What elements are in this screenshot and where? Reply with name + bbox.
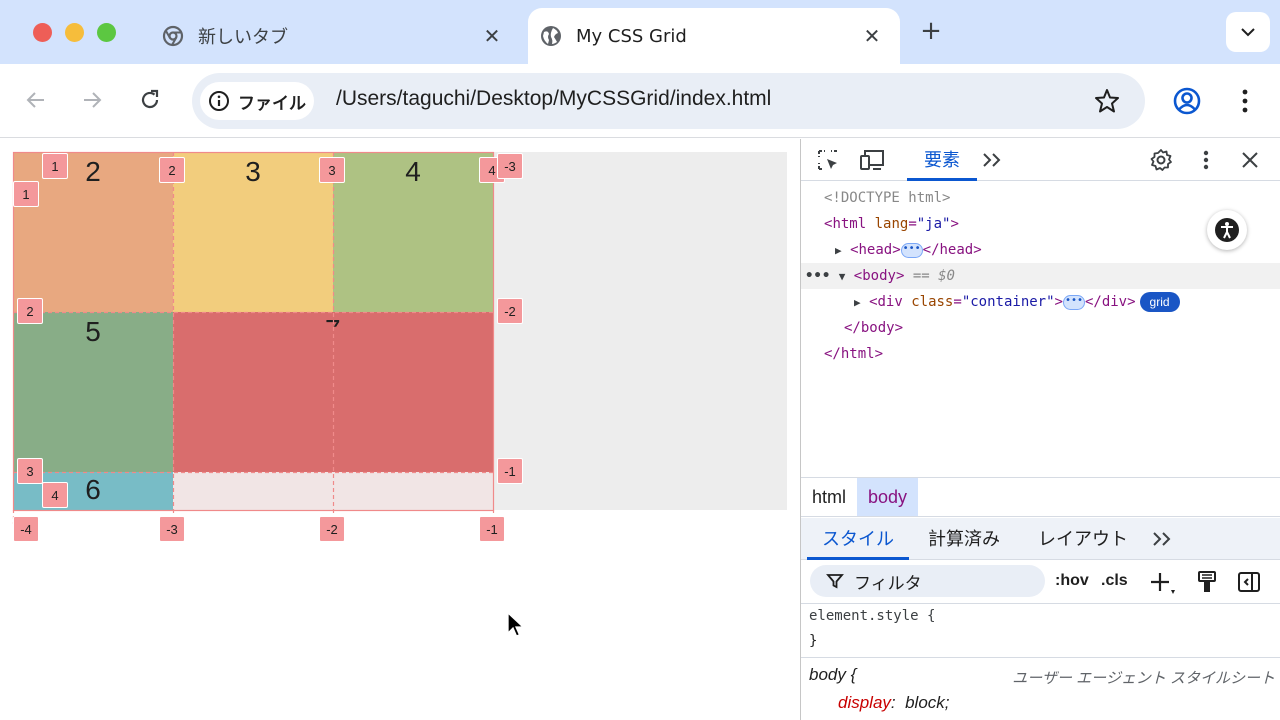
dom-node-body[interactable]: ••• ▼ <body> == $0 [801,263,1280,289]
devtools-panel: 要素 <!DOCTYPE html> <html lang="ja"> ▶ <h… [800,139,1280,720]
styles-toolbar: フィルタ :hov .cls [801,560,1280,604]
tab-strip: 新しいタブ ✕ My CSS Grid ✕ + [0,0,1280,64]
grid-row-line-badge: 1 [13,181,39,207]
dom-node-html-close[interactable]: </html> [801,341,1280,367]
breadcrumb-body[interactable]: body [857,478,919,516]
chevron-down-icon [1241,28,1255,37]
forward-button[interactable] [78,86,106,114]
tab-elements[interactable]: 要素 [907,139,977,181]
tab-new-tab[interactable]: 新しいタブ ✕ [150,8,520,64]
dom-node-doctype[interactable]: <!DOCTYPE html> [801,185,1280,211]
grid-col-line-badge: 3 [319,157,345,183]
dom-node-head[interactable]: ▶ <head> ••• </head> [801,237,1280,263]
grid-col-line-badge: 2 [159,157,185,183]
accessibility-icon [1215,218,1239,242]
device-toolbar-icon[interactable] [859,147,885,173]
site-info-chip[interactable]: ファイル [200,82,314,120]
tab-close-icon[interactable]: ✕ [860,24,884,48]
dom-node-body-close[interactable]: </body> [801,315,1280,341]
user-agent-stylesheet-label: ユーザー エージェント スタイルシート [1012,670,1275,687]
globe-icon [540,25,562,47]
new-tab-button[interactable]: + [915,18,947,46]
browser-window: 新しいタブ ✕ My CSS Grid ✕ + ファイル /Users/tagu… [0,0,1280,720]
grid-col-line-badge: -3 [159,516,185,542]
toggle-sidebar-icon[interactable] [1237,570,1261,594]
close-icon[interactable] [1237,147,1263,173]
breadcrumb: html body [801,477,1280,517]
arrow-left-icon [26,92,44,108]
grid-col-line-badge: -2 [319,516,345,542]
grid-row-line-badge: -2 [497,298,523,324]
styles-subtabs: スタイル 計算済み レイアウト [801,518,1280,560]
tab-styles[interactable]: スタイル [807,518,909,560]
css-declaration[interactable]: display: block; [838,693,950,713]
tab-close-icon[interactable]: ✕ [480,24,504,48]
more-vert-icon[interactable] [1235,86,1255,116]
grid-row-line-badge: 2 [17,298,43,324]
body-rule-selector[interactable]: body { [809,665,856,685]
url-text[interactable]: /Users/taguchi/Desktop/MyCSSGrid/index.h… [336,87,771,111]
add-rule-icon[interactable] [1149,570,1177,596]
site-info-label: ファイル [238,93,306,114]
profile-avatar-icon[interactable] [1171,85,1203,117]
tab-title: 新しいタブ [198,27,288,48]
close-window-button[interactable] [33,23,52,42]
more-vert-icon[interactable] [1193,147,1219,173]
paint-brush-icon[interactable] [1195,570,1219,594]
hover-state-toggle[interactable]: :hov [1055,572,1089,590]
tab-layout[interactable]: レイアウト [1027,518,1139,560]
inspect-element-icon[interactable] [815,147,841,173]
mouse-cursor-icon [507,612,525,637]
tab-search-button[interactable] [1226,12,1270,52]
reload-button[interactable] [136,86,164,114]
chrome-icon [162,25,184,47]
page-viewport: 2 3 4 5 7 6 1 2 3 4 1 2 3 4 -3 -2 -1 -4 … [0,139,800,720]
accessibility-button[interactable] [1207,210,1247,250]
grid-row-line-badge: -3 [497,153,523,179]
grid-row-line-badge: -1 [497,458,523,484]
minimize-window-button[interactable] [65,23,84,42]
bookmark-star-icon[interactable] [1093,87,1121,115]
maximize-window-button[interactable] [97,23,116,42]
filter-icon [826,574,844,589]
ellipsis-icon: ••• [1062,294,1085,310]
address-bar[interactable]: ファイル /Users/taguchi/Desktop/MyCSSGrid/in… [192,73,1145,129]
grid-badge[interactable]: grid [1139,292,1180,312]
devtools-tabbar: 要素 [801,139,1280,181]
reload-icon [141,89,159,109]
element-style-rule[interactable]: element.style { [809,608,935,624]
dom-node-div-container[interactable]: ▶ <div class="container"> ••• </div> grid [801,289,1280,315]
tab-title: My CSS Grid [576,25,687,47]
grid-row-line-badge: 3 [17,458,43,484]
arrow-right-icon [84,92,102,108]
grid-row-line-badge: 4 [42,482,68,508]
back-button[interactable] [22,86,50,114]
more-tabs-icon[interactable] [979,147,1005,173]
styles-pane: element.style { } body { ユーザー エージェント スタイ… [801,605,1280,720]
tab-computed[interactable]: 計算済み [919,518,1009,560]
grid-col-line-badge: -1 [479,516,505,542]
grid-overlay [12,151,495,524]
breadcrumb-html[interactable]: html [801,478,857,516]
rule-close-brace: } [809,633,818,649]
more-subtabs-icon[interactable] [1147,518,1177,560]
tab-my-css-grid[interactable]: My CSS Grid ✕ [528,8,900,64]
grid-col-line-badge: -4 [13,516,39,542]
class-toggle[interactable]: .cls [1101,572,1128,590]
browser-toolbar: ファイル /Users/taguchi/Desktop/MyCSSGrid/in… [0,64,1280,138]
ellipsis-icon: ••• [900,242,923,258]
filter-input[interactable]: フィルタ [810,565,1045,597]
grid-col-line-badge: 1 [42,153,68,179]
info-icon [209,91,229,111]
gear-icon[interactable] [1148,147,1174,173]
